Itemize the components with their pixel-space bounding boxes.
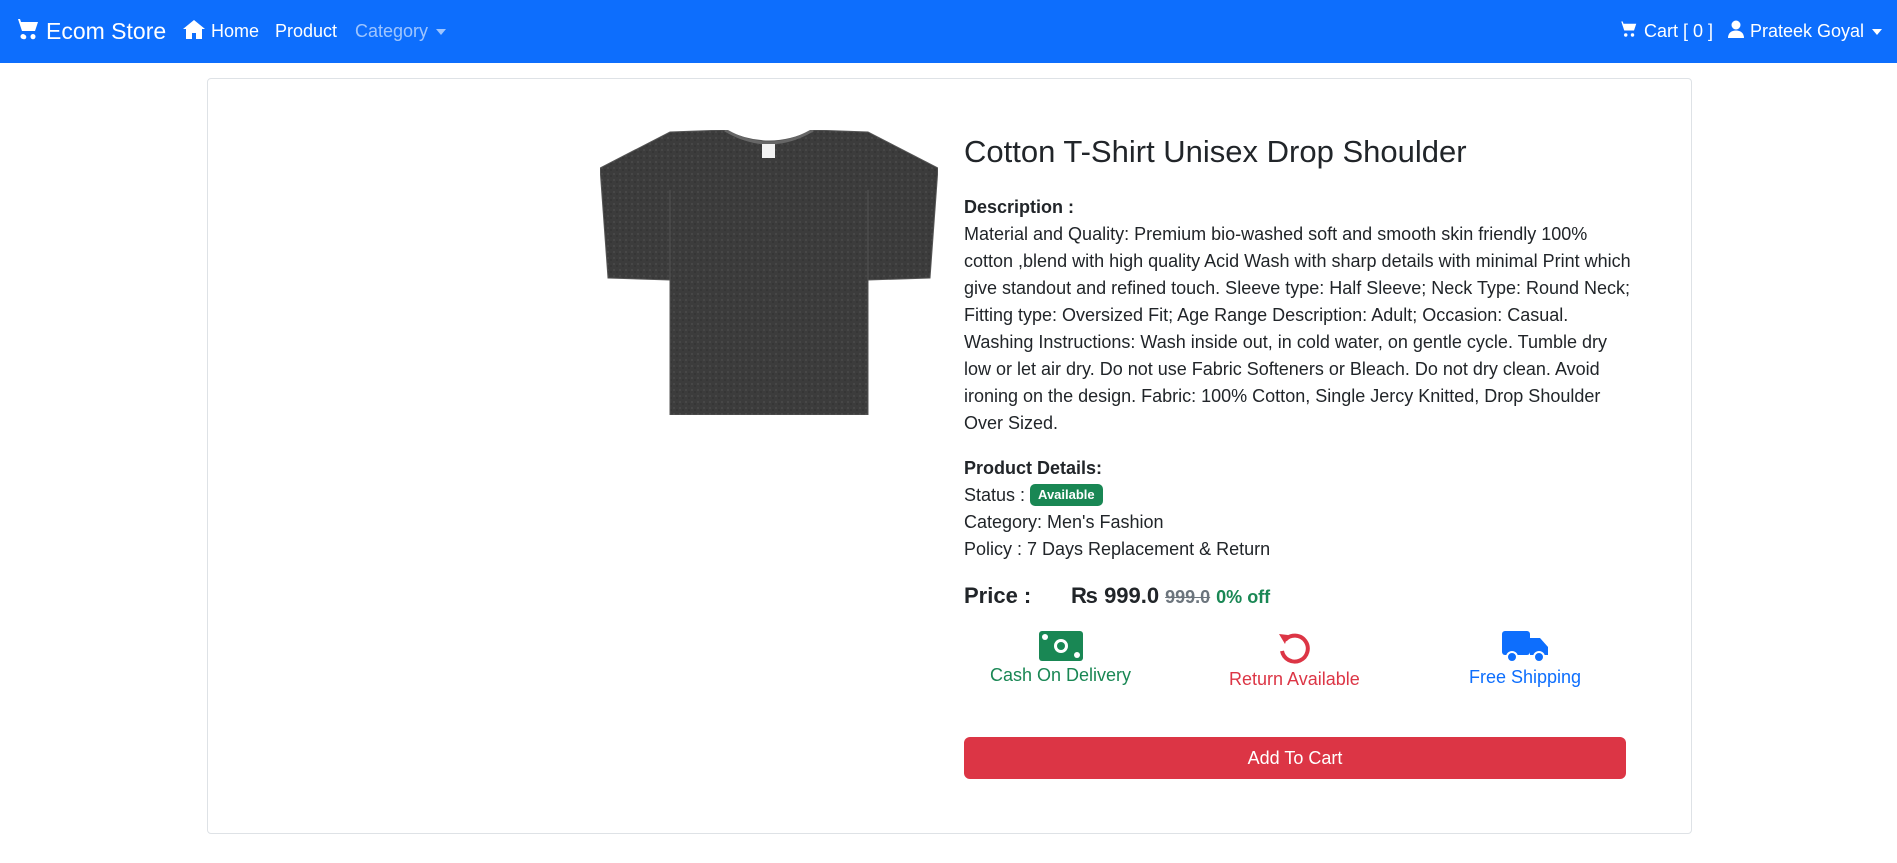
status-line: Status : Available [964, 482, 1634, 509]
price-current: ₨ 999.0 [1071, 583, 1160, 609]
user-icon [1728, 20, 1750, 43]
nav-home-label: Home [211, 21, 260, 41]
category-line: Category: Men's Fashion [964, 512, 1164, 533]
user-name-label: Prateek Goyal [1750, 21, 1865, 41]
discount-label: 0% off [1216, 587, 1271, 608]
brand-label: Ecom Store [46, 18, 167, 44]
nav-cart[interactable]: Cart [ 0 ] [1618, 0, 1713, 63]
feature-shipping: Free Shipping [1469, 631, 1581, 688]
navbar: Ecom Store Home Product Category Cart [ … [0, 0, 1897, 63]
money-icon [990, 631, 1131, 662]
product-details-label: Product Details: [964, 458, 1103, 479]
home-icon [183, 19, 211, 44]
cart-count-label: Cart [ 0 ] [1644, 21, 1714, 41]
nav-home[interactable]: Home [183, 0, 259, 63]
price-label: Price : [964, 583, 1032, 609]
description-label: Description : [964, 197, 1075, 218]
chevron-down-icon [436, 28, 447, 35]
brand-link[interactable]: Ecom Store [14, 0, 166, 63]
nav-category-label: Category [355, 21, 429, 41]
user-menu-dropdown[interactable]: Prateek Goyal [1728, 0, 1883, 63]
truck-icon [1469, 631, 1581, 664]
product-title: Cotton T-Shirt Unisex Drop Shoulder [964, 134, 1467, 169]
add-to-cart-button[interactable]: Add To Cart [964, 737, 1626, 779]
nav-category-dropdown[interactable]: Category [355, 0, 447, 63]
feature-return-label: Return Available [1229, 669, 1360, 690]
price-row: Price : ₨ 999.0 999.0 0% off [964, 583, 1634, 609]
feature-shipping-label: Free Shipping [1469, 667, 1582, 688]
feature-cod: Cash On Delivery [990, 631, 1131, 686]
feature-return: Return Available [1229, 631, 1360, 690]
status-badge: Available [1030, 484, 1103, 507]
nav-product-label: Product [275, 21, 338, 41]
policy-line: Policy : 7 Days Replacement & Return [964, 539, 1271, 560]
chevron-down-icon [1872, 28, 1883, 35]
product-image[interactable] [600, 130, 938, 415]
price-original: 999.0 [1165, 587, 1211, 608]
cart-icon [14, 17, 46, 47]
status-label: Status : [964, 485, 1026, 506]
nav-product[interactable]: Product [275, 0, 337, 63]
features-row: Cash On Delivery Return Available Free S… [964, 631, 1634, 711]
product-info: Cotton T-Shirt Unisex Drop Shoulder Desc… [964, 132, 1634, 711]
cart-icon [1618, 20, 1644, 43]
return-icon [1229, 631, 1360, 665]
feature-cod-label: Cash On Delivery [990, 665, 1132, 686]
description-text: Material and Quality: Premium bio-washed… [964, 224, 1631, 434]
